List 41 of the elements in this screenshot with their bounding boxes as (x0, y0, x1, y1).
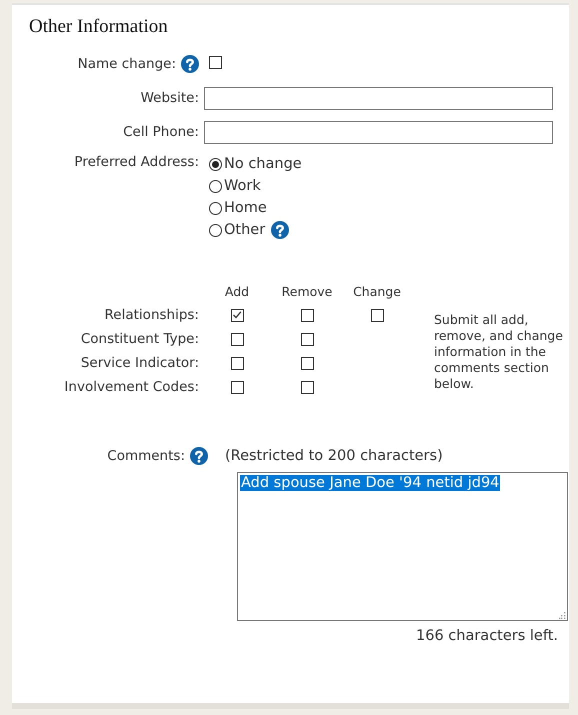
help-icon[interactable] (190, 447, 208, 465)
radio-label[interactable]: Work (224, 178, 261, 194)
radio-button[interactable] (209, 158, 222, 170)
checkbox[interactable] (370, 308, 384, 322)
column-header: Change (352, 284, 402, 299)
row-label: Involvement Codes: (63, 379, 200, 395)
checkbox[interactable] (230, 332, 244, 346)
checkbox[interactable] (209, 56, 222, 68)
row-label: Constituent Type: (80, 331, 200, 347)
help-icon[interactable] (181, 55, 199, 73)
section-title: Other Information (28, 15, 169, 39)
column-header: Remove (280, 284, 334, 299)
field-label: Preferred Address: (74, 154, 199, 170)
field-label: Website: (140, 90, 199, 106)
radio-button[interactable] (209, 180, 222, 192)
checkbox[interactable] (230, 380, 244, 394)
checkbox[interactable] (230, 356, 244, 370)
row-label: Relationships: (104, 307, 200, 323)
checkbox[interactable] (300, 332, 314, 346)
field-label: Name change: (78, 56, 176, 72)
radio-button[interactable] (209, 224, 222, 236)
column-header: Add (224, 284, 250, 299)
radio-label[interactable]: Home (224, 200, 267, 216)
help-icon[interactable] (271, 221, 290, 239)
checkbox[interactable] (230, 308, 244, 322)
radio-label[interactable]: Other (224, 222, 266, 238)
resize-grip-icon[interactable] (559, 612, 566, 619)
comments-field[interactable]: Add spouse Jane Doe '94 netid jd94 (237, 472, 568, 621)
text-field[interactable] (204, 86, 553, 110)
hint-text: (Restricted to 200 characters) (225, 448, 443, 464)
text-field[interactable] (204, 120, 553, 144)
radio-label[interactable]: No change (224, 156, 302, 172)
checkbox[interactable] (300, 308, 314, 322)
checkbox[interactable] (300, 356, 314, 370)
row-label: Service Indicator: (80, 355, 200, 371)
character-counter: 166 characters left. (416, 628, 558, 644)
instruction-text: Submit all add, remove, and change information in the comments section below. (434, 312, 564, 393)
field-label: Cell Phone: (123, 124, 199, 140)
field-label: Comments: (107, 448, 185, 464)
checkbox[interactable] (300, 380, 314, 394)
radio-button[interactable] (209, 202, 222, 214)
